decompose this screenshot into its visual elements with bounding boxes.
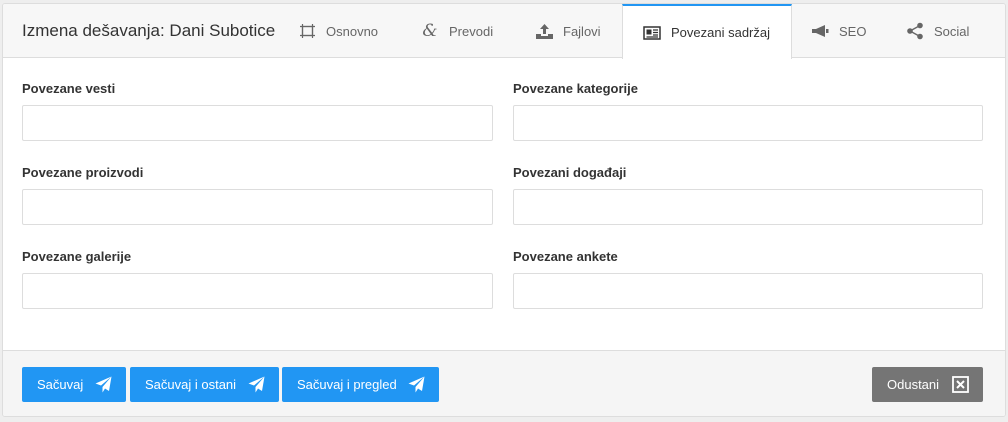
frame-icon <box>298 22 316 40</box>
newspaper-icon <box>643 24 661 42</box>
tab-osnovno[interactable]: Osnovno <box>298 4 378 58</box>
tab-prevodi[interactable]: & Prevodi <box>421 4 493 58</box>
tab-label: Prevodi <box>449 23 494 39</box>
povezane-vesti-input[interactable] <box>22 105 493 141</box>
save-button-label: Sačuvaj <box>37 377 84 392</box>
field-label-vesti: Povezane vesti <box>22 81 116 96</box>
megaphone-icon <box>811 22 829 40</box>
paper-plane-icon <box>248 376 265 393</box>
field-label-kategorije: Povezane kategorije <box>513 81 638 96</box>
tab-social[interactable]: Social <box>906 4 969 58</box>
povezane-kategorije-input[interactable] <box>513 105 983 141</box>
povezane-galerije-input[interactable] <box>22 273 493 309</box>
panel-header: Izmena dešavanja: Dani Subotice Osnovno … <box>3 4 1005 59</box>
ampersand-icon: & <box>422 21 438 41</box>
tab-label: Osnovno <box>326 23 379 39</box>
tab-label: Fajlovi <box>563 23 601 39</box>
close-box-icon <box>952 376 969 393</box>
tab-povezani-sadrzaj[interactable]: Povezani sadržaj <box>622 4 792 59</box>
form-footer: Sačuvaj Sačuvaj i ostani Sačuvaj i pregl… <box>3 350 1005 416</box>
upload-icon <box>535 22 553 40</box>
cancel-button[interactable]: Odustani <box>872 367 983 402</box>
paper-plane-icon <box>95 376 112 393</box>
tab-label: SEO <box>839 23 867 39</box>
povezane-ankete-input[interactable] <box>513 273 983 309</box>
save-button[interactable]: Sačuvaj <box>22 367 126 402</box>
paper-plane-icon <box>408 376 425 393</box>
tab-fajlovi[interactable]: Fajlovi <box>535 4 601 58</box>
save-and-stay-label: Sačuvaj i ostani <box>145 377 237 392</box>
edit-event-panel: Izmena dešavanja: Dani Subotice Osnovno … <box>2 3 1006 417</box>
tab-label: Povezani sadržaj <box>671 25 770 40</box>
save-and-stay-button[interactable]: Sačuvaj i ostani <box>130 367 279 402</box>
tab-seo[interactable]: SEO <box>811 4 866 58</box>
page-title: Izmena dešavanja: Dani Subotice <box>22 21 276 40</box>
field-label-galerije: Povezane galerije <box>22 249 132 264</box>
tab-label: Social <box>934 23 970 39</box>
field-label-dogadjaji: Povezani događaji <box>513 165 627 180</box>
povezani-dogadjaji-input[interactable] <box>513 189 983 225</box>
save-and-preview-button[interactable]: Sačuvaj i pregled <box>282 367 439 402</box>
field-label-proizvodi: Povezane proizvodi <box>22 165 144 180</box>
cancel-button-label: Odustani <box>887 377 940 392</box>
share-icon <box>906 22 924 40</box>
field-label-ankete: Povezane ankete <box>513 249 618 264</box>
povezane-proizvodi-input[interactable] <box>22 189 493 225</box>
save-and-preview-label: Sačuvaj i pregled <box>297 377 397 392</box>
